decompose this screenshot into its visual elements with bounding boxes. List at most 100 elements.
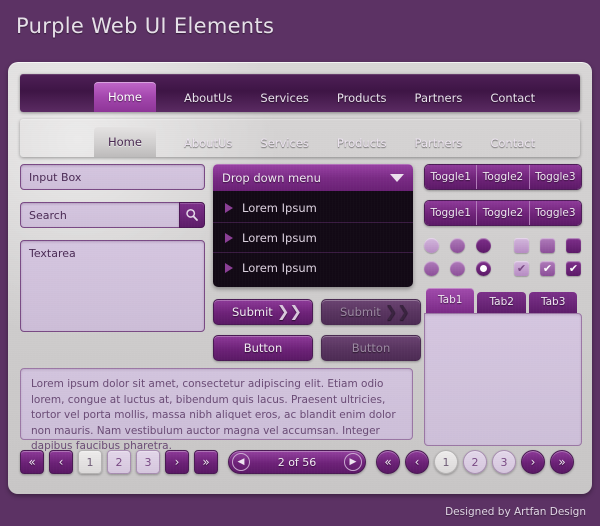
- dropdown-header[interactable]: Drop down menu: [213, 164, 413, 191]
- caret-down-icon: [390, 174, 404, 182]
- tab-3[interactable]: Tab3: [529, 292, 577, 313]
- checkbox[interactable]: [540, 238, 555, 253]
- nav2-item-products[interactable]: Products: [323, 129, 401, 157]
- tab-1[interactable]: Tab1: [426, 288, 474, 313]
- toggle-group-2: Toggle1 Toggle2 Toggle3: [424, 200, 582, 226]
- checkbox-checked[interactable]: ✔: [540, 261, 555, 276]
- nav2-item-contact[interactable]: Contact: [476, 129, 549, 157]
- radio-button[interactable]: [424, 238, 439, 253]
- dropdown-menu: Drop down menu Lorem Ipsum Lorem Ipsum L…: [213, 164, 413, 287]
- search-row: [20, 202, 205, 228]
- circle-page-1-button[interactable]: 1: [434, 450, 458, 474]
- tabs-row: Tab1 Tab2 Tab3: [424, 288, 582, 313]
- submit-button[interactable]: Submit ❯❯: [213, 299, 313, 325]
- tab-2[interactable]: Tab2: [477, 292, 525, 313]
- dropdown-item-label: Lorem Ipsum: [242, 261, 317, 275]
- toggle1-a[interactable]: Toggle1: [425, 165, 477, 189]
- radio-button[interactable]: [450, 261, 465, 276]
- search-button[interactable]: [179, 202, 205, 228]
- controls-row: ✔ ✔ ✔: [424, 238, 582, 276]
- textarea[interactable]: Textarea: [20, 240, 205, 332]
- dropdown-header-label: Drop down menu: [222, 171, 321, 185]
- generic-button-disabled: Button: [321, 335, 421, 361]
- button-grid: Submit ❯❯ Submit ❯❯ Button Button: [213, 299, 413, 361]
- circle-last-page-button[interactable]: »: [550, 450, 574, 474]
- dropdown-item[interactable]: Lorem Ipsum: [213, 223, 413, 253]
- chevron-right-icon: ❯❯: [277, 305, 302, 320]
- main-panel: Home AboutUs Services Products Partners …: [8, 62, 592, 494]
- toggle3-a[interactable]: Toggle3: [530, 165, 581, 189]
- left-column: Textarea: [20, 164, 205, 336]
- tab-panel: [424, 313, 582, 446]
- magnifier-icon: [185, 208, 199, 222]
- toggle2-a[interactable]: Toggle2: [477, 165, 529, 189]
- checkbox-checked[interactable]: ✔: [514, 261, 529, 276]
- next-page-button[interactable]: ›: [165, 450, 189, 474]
- triangle-right-icon: [225, 233, 233, 243]
- pill-prev-button[interactable]: ◀: [232, 453, 250, 471]
- paragraph-box: Lorem ipsum dolor sit amet, consectetur …: [20, 368, 413, 440]
- circle-page-2-button[interactable]: 2: [463, 450, 487, 474]
- pagination-square: « ‹ 1 2 3 › »: [20, 450, 218, 474]
- submit-button-label: Submit: [232, 305, 273, 319]
- chevron-right-icon: ❯❯: [385, 305, 410, 320]
- nav-item-home[interactable]: Home: [94, 82, 156, 112]
- pill-next-button[interactable]: ▶: [344, 453, 362, 471]
- nav2-item-services[interactable]: Services: [246, 129, 323, 157]
- checkbox[interactable]: [514, 238, 529, 253]
- toggle-group-1: Toggle1 Toggle2 Toggle3: [424, 164, 582, 190]
- dropdown-list: Lorem Ipsum Lorem Ipsum Lorem Ipsum: [213, 191, 413, 287]
- radio-button[interactable]: [476, 238, 491, 253]
- nav-item-services[interactable]: Services: [246, 84, 323, 112]
- nav-item-partners[interactable]: Partners: [401, 84, 477, 112]
- pagination-pill: ◀ 2 of 56 ▶: [228, 450, 366, 474]
- circle-first-page-button[interactable]: «: [376, 450, 400, 474]
- toggle2-b[interactable]: Toggle2: [477, 201, 529, 225]
- submit-button-disabled-label: Submit: [340, 305, 381, 319]
- circle-next-page-button[interactable]: ›: [521, 450, 545, 474]
- radio-button[interactable]: [450, 238, 465, 253]
- radio-grid: [424, 238, 492, 276]
- page-3-button[interactable]: 3: [136, 450, 160, 474]
- nav2-item-aboutus[interactable]: AboutUs: [170, 129, 246, 157]
- page-1-button[interactable]: 1: [78, 450, 102, 474]
- dropdown-item[interactable]: Lorem Ipsum: [213, 193, 413, 223]
- right-column: Toggle1 Toggle2 Toggle3 Toggle1 Toggle2 …: [424, 164, 582, 446]
- search-input[interactable]: [20, 202, 179, 228]
- navbar-light: Home AboutUs Services Products Partners …: [20, 119, 580, 157]
- checkbox[interactable]: [566, 238, 581, 253]
- tabs-widget: Tab1 Tab2 Tab3: [424, 288, 582, 446]
- checkbox-checked[interactable]: ✔: [566, 261, 581, 276]
- generic-button[interactable]: Button: [213, 335, 313, 361]
- prev-page-button[interactable]: ‹: [49, 450, 73, 474]
- nav-item-aboutus[interactable]: AboutUs: [170, 84, 246, 112]
- nav2-item-partners[interactable]: Partners: [401, 129, 477, 157]
- page-2-button[interactable]: 2: [107, 450, 131, 474]
- pill-page-label: 2 of 56: [250, 456, 344, 469]
- dropdown-item[interactable]: Lorem Ipsum: [213, 253, 413, 283]
- page-title: Purple Web UI Elements: [16, 14, 274, 38]
- pagination-circle: « ‹ 1 2 3 › »: [376, 450, 574, 474]
- dropdown-item-label: Lorem Ipsum: [242, 231, 317, 245]
- input-box[interactable]: [20, 164, 205, 190]
- triangle-right-icon: [225, 263, 233, 273]
- triangle-right-icon: [225, 203, 233, 213]
- first-page-button[interactable]: «: [20, 450, 44, 474]
- toggle1-b[interactable]: Toggle1: [425, 201, 477, 225]
- footer-credit: Designed by Artfan Design: [445, 506, 586, 518]
- pagination-area: « ‹ 1 2 3 › » ◀ 2 of 56 ▶ « ‹ 1 2 3 › »: [8, 450, 592, 474]
- toggle3-b[interactable]: Toggle3: [530, 201, 581, 225]
- last-page-button[interactable]: »: [194, 450, 218, 474]
- navbar-dark: Home AboutUs Services Products Partners …: [20, 74, 580, 112]
- middle-column: Drop down menu Lorem Ipsum Lorem Ipsum L…: [213, 164, 413, 361]
- nav2-item-home[interactable]: Home: [94, 127, 156, 157]
- nav-item-products[interactable]: Products: [323, 84, 401, 112]
- radio-button-selected[interactable]: [476, 261, 491, 276]
- nav-item-contact[interactable]: Contact: [476, 84, 549, 112]
- radio-dot: [480, 265, 487, 272]
- generic-button-disabled-label: Button: [352, 341, 391, 355]
- submit-button-disabled: Submit ❯❯: [321, 299, 421, 325]
- circle-prev-page-button[interactable]: ‹: [405, 450, 429, 474]
- radio-button[interactable]: [424, 261, 439, 276]
- circle-page-3-button[interactable]: 3: [492, 450, 516, 474]
